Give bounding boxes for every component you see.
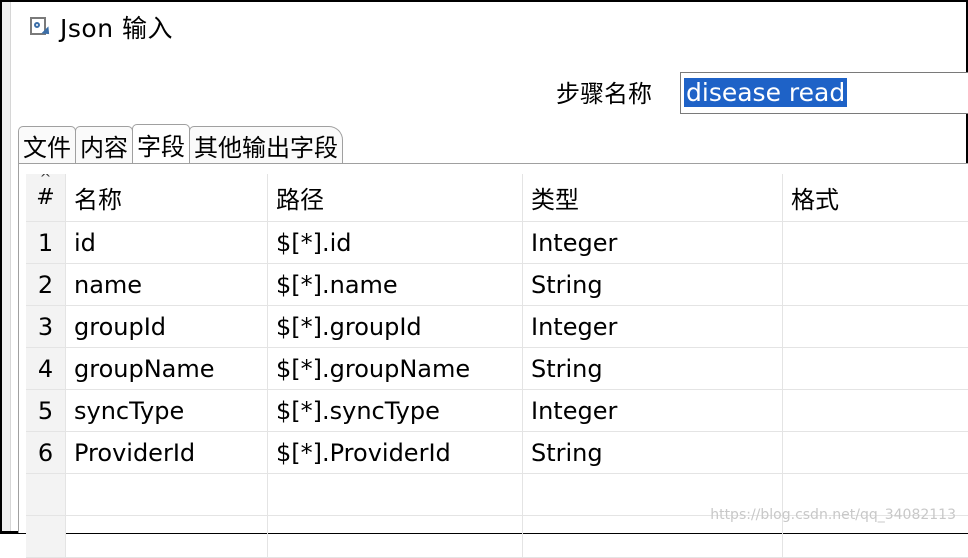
header-num[interactable]: ^ #: [26, 174, 66, 221]
row-num: 5: [26, 390, 66, 431]
sort-caret-icon: ^: [39, 174, 52, 187]
cell-name[interactable]: syncType: [66, 390, 268, 431]
cell-type[interactable]: Integer: [523, 222, 783, 263]
window-left-edge: [2, 2, 11, 531]
cell-format[interactable]: [783, 306, 968, 347]
tab-fields[interactable]: 字段: [132, 124, 190, 164]
table-row[interactable]: 1 id $[*].id Integer: [26, 222, 968, 264]
window-title: Json 输入: [60, 14, 173, 43]
cell-path[interactable]: $[*].groupId: [268, 306, 523, 347]
table-row[interactable]: 4 groupName $[*].groupName String: [26, 348, 968, 390]
table-row[interactable]: 6 ProviderId $[*].ProviderId String: [26, 432, 968, 474]
table-row[interactable]: 5 syncType $[*].syncType Integer: [26, 390, 968, 432]
cell-type[interactable]: String: [523, 264, 783, 305]
cell-name[interactable]: id: [66, 222, 268, 263]
fields-table: ^ # 名称 路径 类型 格式 1 id $[*].id Integer 2 na…: [26, 174, 968, 558]
tab-content[interactable]: 内容: [75, 126, 133, 164]
header-format[interactable]: 格式: [783, 174, 968, 221]
cell-path[interactable]: $[*].name: [268, 264, 523, 305]
cell-format[interactable]: [783, 348, 968, 389]
cell-name[interactable]: groupName: [66, 348, 268, 389]
cell-type[interactable]: String: [523, 348, 783, 389]
cell-type[interactable]: Integer: [523, 390, 783, 431]
cell-path[interactable]: $[*].syncType: [268, 390, 523, 431]
row-num: 1: [26, 222, 66, 263]
cell-path[interactable]: $[*].ProviderId: [268, 432, 523, 473]
cell-path[interactable]: $[*].id: [268, 222, 523, 263]
cell-path[interactable]: $[*].groupName: [268, 348, 523, 389]
row-num: 2: [26, 264, 66, 305]
cell-format[interactable]: [783, 390, 968, 431]
cell-format[interactable]: [783, 432, 968, 473]
title-bar: Json 输入: [28, 10, 173, 44]
cell-name[interactable]: groupId: [66, 306, 268, 347]
step-name-input[interactable]: disease read: [680, 72, 968, 114]
tab-file[interactable]: 文件: [18, 126, 76, 164]
cell-name[interactable]: ProviderId: [66, 432, 268, 473]
row-num: 6: [26, 432, 66, 473]
row-num: 3: [26, 306, 66, 347]
step-name-label: 步骤名称: [556, 80, 652, 108]
table-row[interactable]: 2 name $[*].name String: [26, 264, 968, 306]
cell-format[interactable]: [783, 222, 968, 263]
table-header: ^ # 名称 路径 类型 格式: [26, 174, 968, 222]
row-num: 4: [26, 348, 66, 389]
tab-bar: 文件 内容 字段 其他输出字段: [18, 124, 343, 164]
tab-additional-output-fields[interactable]: 其他输出字段: [189, 126, 343, 164]
step-name-value: disease read: [684, 78, 848, 107]
header-type[interactable]: 类型: [523, 174, 783, 221]
json-input-icon: [28, 15, 53, 39]
cell-format[interactable]: [783, 264, 968, 305]
header-path[interactable]: 路径: [268, 174, 523, 221]
watermark: https://blog.csdn.net/qq_34082113: [710, 507, 956, 523]
header-name[interactable]: 名称: [66, 174, 268, 221]
cell-type[interactable]: Integer: [523, 306, 783, 347]
cell-type[interactable]: String: [523, 432, 783, 473]
table-row[interactable]: 3 groupId $[*].groupId Integer: [26, 306, 968, 348]
cell-name[interactable]: name: [66, 264, 268, 305]
